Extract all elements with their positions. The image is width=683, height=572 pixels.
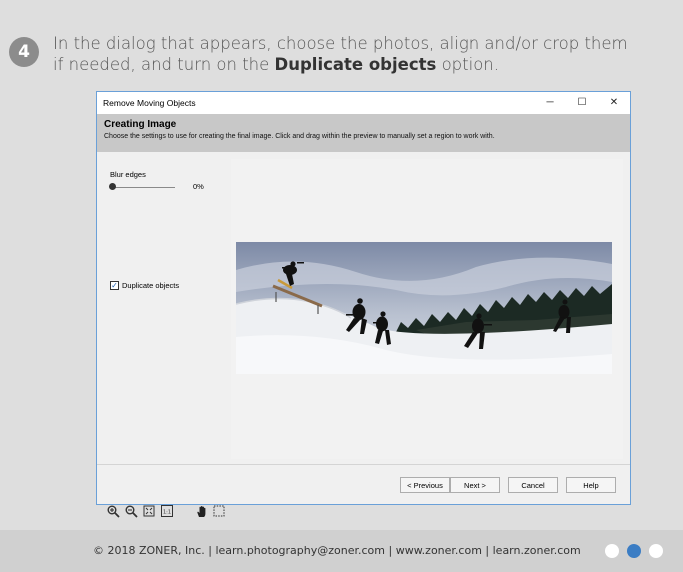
next-button[interactable]: Next >	[450, 477, 500, 493]
blur-edges-slider-handle[interactable]	[109, 183, 116, 190]
instruction-text: In the dialog that appears, choose the p…	[53, 33, 643, 75]
footer-text: © 2018 ZONER, Inc. | learn.photography@z…	[93, 544, 581, 557]
duplicate-objects-option[interactable]: ✓ Duplicate objects	[110, 281, 179, 290]
fit-screen-icon[interactable]	[142, 504, 156, 518]
selection-icon[interactable]	[212, 504, 226, 518]
settings-panel: Blur edges 0% ✓ Duplicate objects 1:1	[97, 152, 231, 518]
header-title: Creating Image	[104, 119, 177, 130]
maximize-button[interactable]: ☐	[566, 92, 598, 114]
duplicate-objects-label: Duplicate objects	[122, 281, 180, 290]
remove-moving-objects-dialog: Remove Moving Objects ─ ☐ ✕ Creating Ima…	[96, 91, 631, 518]
zoom-in-icon[interactable]	[106, 504, 120, 518]
page-dot-3[interactable]	[649, 544, 663, 558]
duplicate-objects-checkbox[interactable]: ✓	[110, 281, 119, 290]
footer-bar: © 2018 ZONER, Inc. | learn.photography@z…	[0, 530, 683, 572]
window-controls: ─ ☐ ✕	[534, 92, 630, 114]
dialog-title: Remove Moving Objects	[103, 98, 196, 108]
page-dot-2[interactable]	[627, 544, 641, 558]
header-description: Choose the settings to use for creating …	[104, 133, 495, 140]
dialog-header: Creating Image Choose the settings to us…	[97, 114, 630, 152]
cancel-button[interactable]: Cancel	[508, 477, 558, 493]
instruction-bold: Duplicate objects	[274, 55, 437, 74]
blur-edges-label: Blur edges	[110, 170, 146, 179]
instruction-text-after: option.	[436, 55, 499, 74]
help-button[interactable]: Help	[566, 477, 616, 493]
step-number-badge: 4	[9, 37, 39, 67]
zoom-out-icon[interactable]	[124, 504, 138, 518]
actual-size-label: 1:1	[163, 509, 171, 515]
page-dot-1[interactable]	[605, 544, 619, 558]
snowboard-photo	[236, 242, 612, 374]
dialog-separator	[97, 464, 630, 465]
close-button[interactable]: ✕	[598, 92, 630, 114]
dialog-titlebar: Remove Moving Objects ─ ☐ ✕	[97, 92, 630, 114]
preview-toolbar: 1:1	[106, 504, 230, 518]
blur-edges-slider-track[interactable]	[111, 187, 175, 188]
minimize-button[interactable]: ─	[534, 92, 566, 114]
actual-size-icon[interactable]: 1:1	[160, 504, 174, 518]
hand-icon[interactable]	[194, 504, 208, 518]
blur-edges-value: 0%	[193, 182, 204, 191]
image-preview-area[interactable]	[231, 159, 623, 459]
previous-button[interactable]: < Previous	[400, 477, 450, 493]
